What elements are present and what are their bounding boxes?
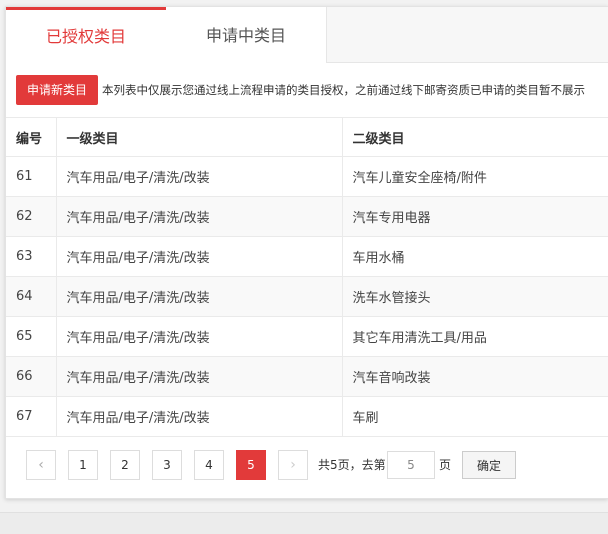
cell-level2: 其它车用清洗工具/用品: [341, 316, 608, 357]
notice-text: 本列表中仅展示您通过线上流程申请的类目授权，之前通过线下邮寄资质已申请的类目暂不…: [102, 83, 585, 97]
page-button-2[interactable]: 2: [110, 450, 140, 480]
cell-level1: 汽车用品/电子/清洗/改装: [55, 196, 343, 237]
table-row: 62 汽车用品/电子/清洗/改装 汽车专用电器: [6, 196, 608, 237]
cell-level1: 汽车用品/电子/清洗/改装: [55, 396, 343, 437]
cell-level1: 汽车用品/电子/清洗/改装: [55, 276, 343, 317]
column-header-level1: 一级类目: [55, 117, 343, 157]
cell-id: 63: [6, 236, 57, 277]
apply-row: 申请新类目 本列表中仅展示您通过线上流程申请的类目授权，之前通过线下邮寄资质已申…: [16, 75, 608, 107]
page-button-4[interactable]: 4: [194, 450, 224, 480]
table-row: 65 汽车用品/电子/清洗/改装 其它车用清洗工具/用品: [6, 316, 608, 357]
page-button-5-current[interactable]: 5: [236, 450, 266, 480]
cell-id: 66: [6, 356, 57, 397]
next-page-button[interactable]: ›: [278, 450, 308, 480]
cell-level2: 汽车音响改装: [341, 356, 608, 397]
cell-id: 64: [6, 276, 57, 317]
table-header-row: 编号 一级类目 二级类目: [6, 117, 608, 157]
table-row: 67 汽车用品/电子/清洗/改装 车刷: [6, 396, 608, 437]
goto-page-input[interactable]: [387, 451, 435, 479]
total-pages-text: 共5页，去第: [318, 458, 386, 472]
table-row: 66 汽车用品/电子/清洗/改装 汽车音响改装: [6, 356, 608, 397]
cell-id: 65: [6, 316, 57, 357]
bottom-scroll-band: [0, 512, 608, 534]
table-row: 64 汽车用品/电子/清洗/改装 洗车水管接头: [6, 276, 608, 317]
page-button-3[interactable]: 3: [152, 450, 182, 480]
tab-authorized-categories[interactable]: 已授权类目: [6, 7, 166, 64]
table-row: 63 汽车用品/电子/清洗/改装 车用水桶: [6, 236, 608, 277]
tab-pending-categories[interactable]: 申请中类目: [166, 7, 327, 63]
pagination: ‹ 1 2 3 4 5 › 共5页，去第 页 确定: [26, 450, 608, 482]
category-panel: 已授权类目 申请中类目 申请新类目 本列表中仅展示您通过线上流程申请的类目授权，…: [5, 6, 608, 499]
cell-level2: 汽车专用电器: [341, 196, 608, 237]
cell-id: 62: [6, 196, 57, 237]
cell-id: 61: [6, 156, 57, 197]
category-table: 编号 一级类目 二级类目 61 汽车用品/电子/清洗/改装 汽车儿童安全座椅/附…: [6, 117, 608, 437]
table-row: 61 汽车用品/电子/清洗/改装 汽车儿童安全座椅/附件: [6, 156, 608, 197]
column-header-id: 编号: [6, 117, 57, 157]
page-button-1[interactable]: 1: [68, 450, 98, 480]
cell-level2: 车用水桶: [341, 236, 608, 277]
cell-level2: 洗车水管接头: [341, 276, 608, 317]
page-suffix-text: 页: [439, 458, 452, 472]
prev-page-button[interactable]: ‹: [26, 450, 56, 480]
cell-level2: 汽车儿童安全座椅/附件: [341, 156, 608, 197]
cell-level2: 车刷: [341, 396, 608, 437]
cell-id: 67: [6, 396, 57, 437]
tab-bar: 已授权类目 申请中类目: [6, 7, 608, 64]
column-header-level2: 二级类目: [341, 117, 608, 157]
cell-level1: 汽车用品/电子/清洗/改装: [55, 236, 343, 277]
cell-level1: 汽车用品/电子/清洗/改装: [55, 156, 343, 197]
apply-new-category-button[interactable]: 申请新类目: [16, 75, 98, 105]
cell-level1: 汽车用品/电子/清洗/改装: [55, 356, 343, 397]
cell-level1: 汽车用品/电子/清洗/改装: [55, 316, 343, 357]
confirm-goto-button[interactable]: 确定: [462, 451, 516, 479]
